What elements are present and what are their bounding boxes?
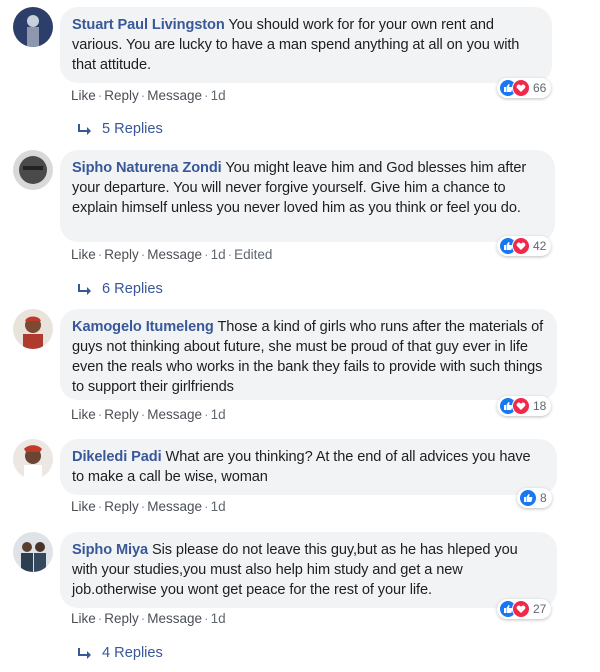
comment-actions: Like · Reply · Message · 1d · Edited (71, 247, 273, 262)
message-link[interactable]: Message (147, 88, 202, 103)
love-reaction-icon (512, 397, 530, 415)
comment-author[interactable]: Dikeledi Padi (72, 449, 162, 465)
reply-arrow-icon (78, 648, 91, 659)
love-reaction-icon (512, 79, 530, 97)
love-reaction-icon (512, 600, 530, 618)
reply-link[interactable]: Reply (104, 611, 139, 626)
view-replies-link[interactable]: 6 Replies (78, 281, 163, 297)
comment-bubble: Sipho Miya Sis please do not leave this … (60, 532, 557, 608)
reaction-summary[interactable]: 27 (497, 599, 552, 619)
reply-arrow-icon (78, 284, 91, 295)
comment-author[interactable]: Kamogelo Itumeleng (72, 319, 214, 335)
avatar[interactable] (13, 7, 53, 47)
reaction-summary[interactable]: 18 (497, 396, 552, 416)
replies-count[interactable]: 4 Replies (102, 645, 163, 661)
reply-link[interactable]: Reply (104, 247, 139, 262)
reaction-count: 27 (533, 602, 547, 616)
comment-author[interactable]: Stuart Paul Livingston (72, 17, 225, 33)
avatar[interactable] (13, 439, 53, 479)
comment-actions: Like · Reply · Message · 1d (71, 499, 226, 514)
love-reaction-icon (512, 237, 530, 255)
avatar[interactable] (13, 309, 53, 349)
reaction-summary[interactable]: 66 (497, 78, 552, 98)
edited-label[interactable]: Edited (234, 247, 272, 262)
replies-count[interactable]: 5 Replies (102, 121, 163, 137)
like-link[interactable]: Like (71, 247, 96, 262)
replies-count[interactable]: 6 Replies (102, 281, 163, 297)
reaction-count: 42 (533, 239, 547, 253)
view-replies-link[interactable]: 5 Replies (78, 121, 163, 137)
message-link[interactable]: Message (147, 247, 202, 262)
like-link[interactable]: Like (71, 611, 96, 626)
comment-bubble: Dikeledi Padi What are you thinking? At … (60, 439, 557, 495)
reply-link[interactable]: Reply (104, 407, 139, 422)
reply-link[interactable]: Reply (104, 499, 139, 514)
comment-time[interactable]: 1d (211, 611, 226, 626)
reaction-summary[interactable]: 42 (497, 236, 552, 256)
reaction-summary[interactable]: 8 (517, 488, 552, 508)
like-link[interactable]: Like (71, 499, 96, 514)
view-replies-link[interactable]: 4 Replies (78, 645, 163, 661)
like-link[interactable]: Like (71, 88, 96, 103)
message-link[interactable]: Message (147, 499, 202, 514)
comment-bubble: Stuart Paul Livingston You should work f… (60, 7, 552, 83)
reaction-count: 8 (540, 491, 547, 505)
reaction-count: 66 (533, 81, 547, 95)
like-reaction-icon (519, 489, 537, 507)
comment-actions: Like · Reply · Message · 1d (71, 88, 226, 103)
reaction-count: 18 (533, 399, 547, 413)
avatar[interactable] (13, 532, 53, 572)
comment-bubble: Kamogelo Itumeleng Those a kind of girls… (60, 309, 557, 400)
comment-bubble: Sipho Naturena Zondi You might leave him… (60, 150, 555, 242)
comment-actions: Like · Reply · Message · 1d (71, 407, 226, 422)
reply-link[interactable]: Reply (104, 88, 139, 103)
avatar[interactable] (13, 150, 53, 190)
comment-time[interactable]: 1d (211, 88, 226, 103)
comment-author[interactable]: Sipho Miya (72, 542, 148, 558)
message-link[interactable]: Message (147, 407, 202, 422)
comment-actions: Like · Reply · Message · 1d (71, 611, 226, 626)
like-link[interactable]: Like (71, 407, 96, 422)
comment-time[interactable]: 1d (211, 407, 226, 422)
message-link[interactable]: Message (147, 611, 202, 626)
comment-time[interactable]: 1d (211, 247, 226, 262)
reply-arrow-icon (78, 124, 91, 135)
comment-author[interactable]: Sipho Naturena Zondi (72, 160, 222, 176)
comment-time[interactable]: 1d (211, 499, 226, 514)
